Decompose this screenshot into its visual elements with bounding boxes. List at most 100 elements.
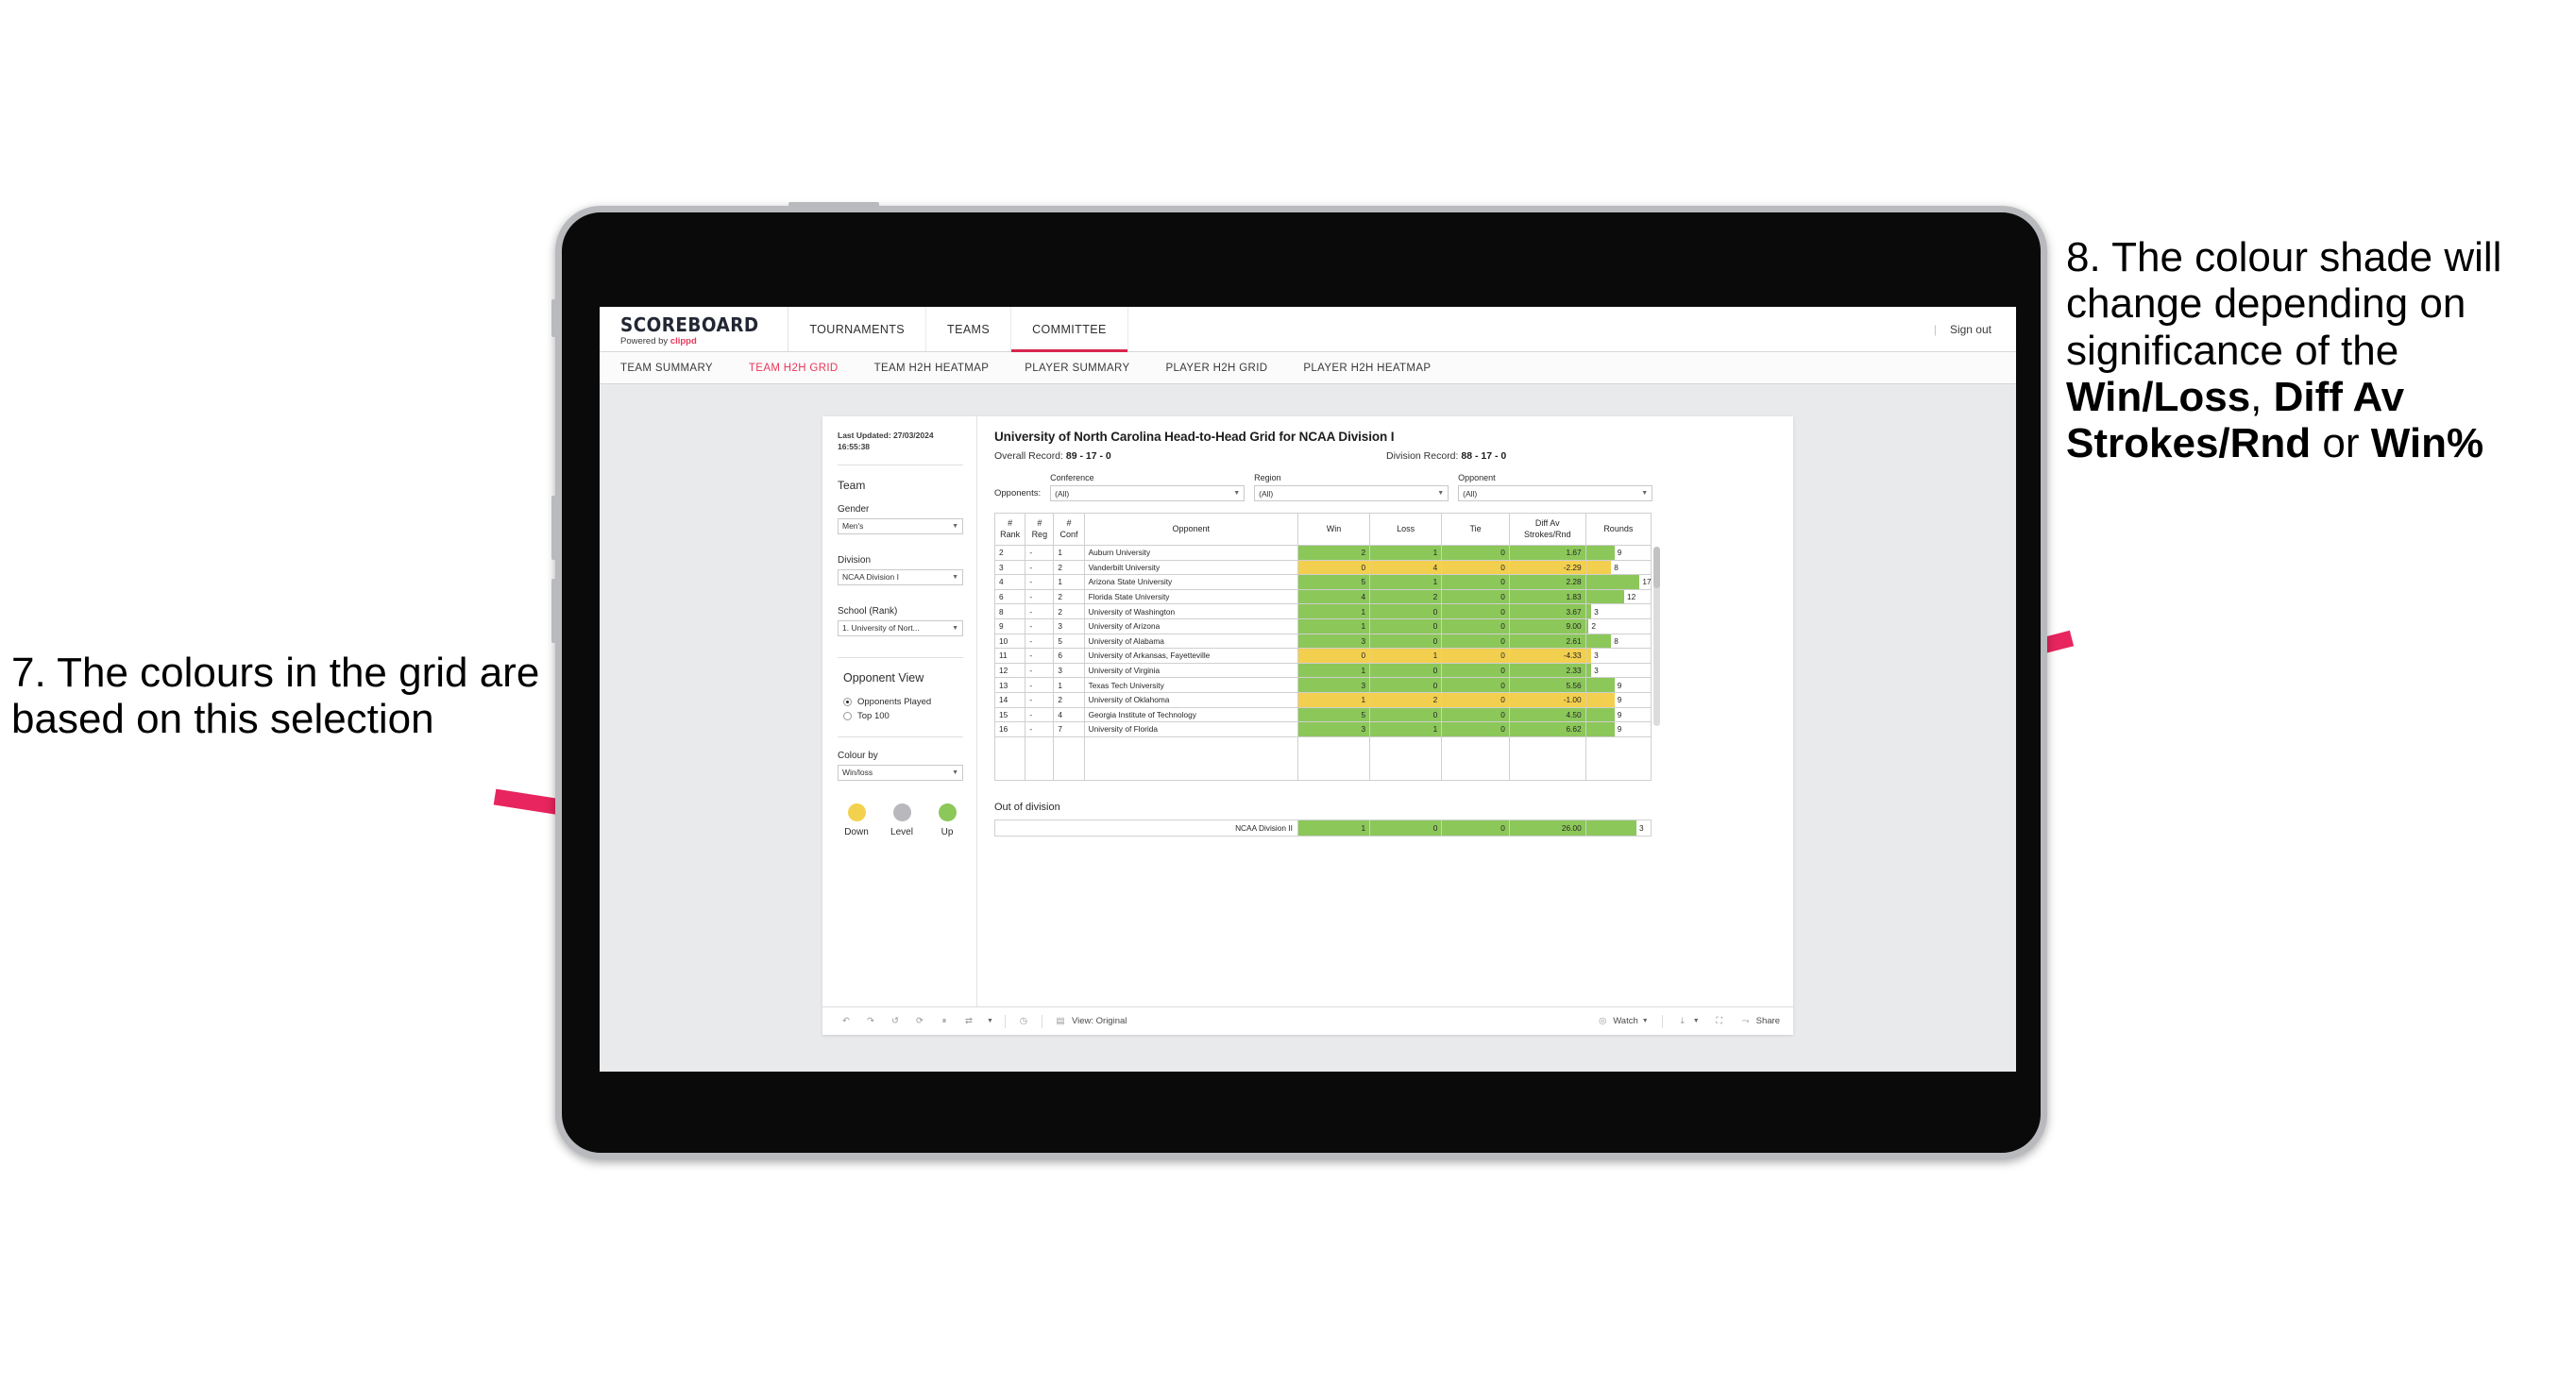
download-button[interactable]: ⤓ ▼ [1676, 1015, 1700, 1028]
col-rank[interactable]: # Rank [993, 513, 1026, 546]
cell-opponent: University of Virginia [1083, 662, 1298, 679]
col-conf[interactable]: # Conf [1053, 513, 1085, 546]
out-of-division-title: Out of division [994, 801, 1060, 813]
table-row[interactable]: 8-2 University of Washington 1 0 0 3.67 3 [993, 603, 1652, 619]
pause-icon[interactable]: ⏸ [938, 1015, 951, 1028]
table-row[interactable]: 3-2 Vanderbilt University 0 4 0 -2.29 8 [993, 559, 1652, 576]
cell-rank: 4 [993, 574, 1026, 590]
volume-down-button[interactable] [551, 579, 556, 643]
cell-win: 2 [1296, 545, 1371, 561]
cell-win: 3 [1296, 633, 1371, 650]
opponent-select[interactable]: (All) ▼ [1458, 485, 1653, 501]
cell-conf: 5 [1053, 633, 1085, 650]
cell-conf: 2 [1053, 588, 1085, 605]
subnav-player-h2h-heatmap[interactable]: PLAYER H2H HEATMAP [1303, 363, 1431, 374]
legend-level: Level [889, 803, 915, 837]
cell-rounds: 2 [1585, 617, 1652, 634]
division-value: NCAA Division I [842, 572, 899, 583]
cell-loss: 0 [1369, 617, 1443, 634]
col-reg[interactable]: # Reg [1025, 513, 1055, 546]
table-row[interactable]: 12-3 University of Virginia 1 0 0 2.33 3 [993, 662, 1652, 679]
app-logo[interactable]: SCOREBOARD Powered by clippd [600, 307, 789, 351]
region-filter: Region (All) ▼ [1254, 473, 1449, 501]
revert-icon[interactable]: ↺ [889, 1015, 902, 1028]
cell-conf: 2 [1053, 691, 1085, 708]
cell-win: 1 [1296, 617, 1371, 634]
table-row[interactable]: 2-1 Auburn University 2 1 0 1.67 9 [993, 545, 1652, 561]
table-row[interactable]: 6-2 Florida State University 4 2 0 1.83 12 [993, 588, 1652, 605]
power-button[interactable] [551, 299, 556, 337]
radio-opponents-played[interactable]: Opponents Played [843, 697, 963, 707]
school-select[interactable]: 1. University of Nort... ▼ [838, 619, 963, 636]
subnav-player-h2h-grid[interactable]: PLAYER H2H GRID [1165, 363, 1267, 374]
cell-rank: 9 [993, 617, 1026, 634]
table-row[interactable]: 4-1 Arizona State University 5 1 0 2.28 17 [993, 574, 1652, 590]
colour-by-select[interactable]: Win/loss ▼ [838, 764, 963, 781]
swap-icon[interactable]: ⇄ [962, 1015, 975, 1028]
col-rank-line1: # [1008, 518, 1013, 529]
watch-button[interactable]: ◎ Watch ▼ [1596, 1015, 1649, 1028]
undo-icon[interactable]: ↶ [839, 1015, 853, 1028]
share-button[interactable]: ⤳ Share [1739, 1015, 1780, 1028]
refresh-icon[interactable]: ⟳ [913, 1015, 926, 1028]
col-diff-line1: Diff Av [1534, 518, 1560, 529]
table-row[interactable]: 15-4 Georgia Institute of Technology 5 0 0 4.… [993, 706, 1652, 723]
cell-diff-av-strokes: -2.29 [1508, 559, 1586, 576]
cell-rounds: 3 [1585, 603, 1652, 619]
cell-tie: 0 [1441, 574, 1510, 590]
cell-diff-av-strokes: 9.00 [1508, 617, 1586, 634]
col-rounds[interactable]: Rounds [1585, 513, 1652, 546]
col-win[interactable]: Win [1296, 513, 1371, 546]
gender-field: Gender Men's ▼ [838, 504, 963, 534]
scrollbar-thumb[interactable] [1653, 547, 1660, 588]
radio-top-100[interactable]: Top 100 [843, 711, 963, 721]
cell-reg: - [1025, 662, 1055, 679]
table-row[interactable]: NCAA Division II 1 0 0 26.00 3 [994, 819, 1652, 837]
sign-out-link[interactable]: Sign out [1950, 323, 1991, 336]
annotation-bold-winpct: Win% [2370, 420, 2484, 467]
table-row[interactable]: 14-2 University of Oklahoma 1 2 0 -1.00 9 [993, 691, 1652, 708]
cell-win: 1 [1296, 691, 1371, 708]
nav-item-teams[interactable]: TEAMS [926, 307, 1012, 351]
gender-select[interactable]: Men's ▼ [838, 517, 963, 534]
watch-icon: ◎ [1599, 1016, 1607, 1026]
col-conf-line1: # [1066, 518, 1072, 529]
cell-diff-av-strokes: -4.33 [1508, 648, 1586, 664]
col-tie[interactable]: Tie [1441, 513, 1510, 546]
volume-up-button[interactable] [551, 496, 556, 560]
subnav-team-summary[interactable]: TEAM SUMMARY [620, 363, 713, 374]
col-diff-av-strokes[interactable]: Diff Av Strokes/Rnd [1508, 513, 1586, 546]
region-select[interactable]: (All) ▼ [1254, 485, 1449, 501]
table-row[interactable]: 9-3 University of Arizona 1 0 0 9.00 2 [993, 617, 1652, 634]
col-loss[interactable]: Loss [1369, 513, 1443, 546]
table-row[interactable]: 16-7 University of Florida 3 1 0 6.62 9 [993, 721, 1652, 737]
view-icon: ▤ [1056, 1016, 1065, 1026]
top-button[interactable] [788, 202, 879, 207]
nav-item-tournaments[interactable]: TOURNAMENTS [788, 307, 927, 351]
subnav-team-h2h-grid[interactable]: TEAM H2H GRID [749, 363, 839, 374]
division-select[interactable]: NCAA Division I ▼ [838, 568, 963, 585]
ood-rounds: 3 [1585, 819, 1652, 837]
conference-select[interactable]: (All) ▼ [1050, 485, 1246, 501]
subnav-player-summary[interactable]: PLAYER SUMMARY [1025, 363, 1129, 374]
fullscreen-icon[interactable]: ⛶ [1713, 1015, 1726, 1028]
cell-rank: 15 [993, 706, 1026, 723]
table-row[interactable]: 10-5 University of Alabama 3 0 0 2.61 8 [993, 633, 1652, 650]
table-row[interactable]: 13-1 Texas Tech University 3 0 0 5.56 9 [993, 677, 1652, 693]
cell-win: 1 [1296, 662, 1371, 679]
gender-label: Gender [838, 503, 870, 515]
chevron-down-icon[interactable]: ▼ [987, 1018, 993, 1024]
col-opponent[interactable]: Opponent [1083, 513, 1298, 546]
nav-item-committee[interactable]: COMMITTEE [1011, 307, 1128, 352]
col-conf-line2: Conf [1059, 529, 1078, 539]
radio-icon-selected [843, 697, 852, 706]
clock-icon[interactable]: ◷ [1017, 1015, 1030, 1028]
table-row[interactable]: 11-6 University of Arkansas, Fayetteville… [993, 648, 1652, 664]
redo-icon[interactable]: ↷ [864, 1015, 877, 1028]
cell-win: 3 [1296, 677, 1371, 693]
opponent-view-heading: Opponent View [843, 670, 924, 685]
subnav-team-h2h-heatmap[interactable]: TEAM H2H HEATMAP [874, 363, 990, 374]
annotation-left: 7. The colours in the grid are based on … [11, 650, 550, 743]
grid-vertical-scrollbar[interactable] [1653, 547, 1660, 726]
view-original-button[interactable]: ▤ View: Original [1054, 1015, 1127, 1028]
